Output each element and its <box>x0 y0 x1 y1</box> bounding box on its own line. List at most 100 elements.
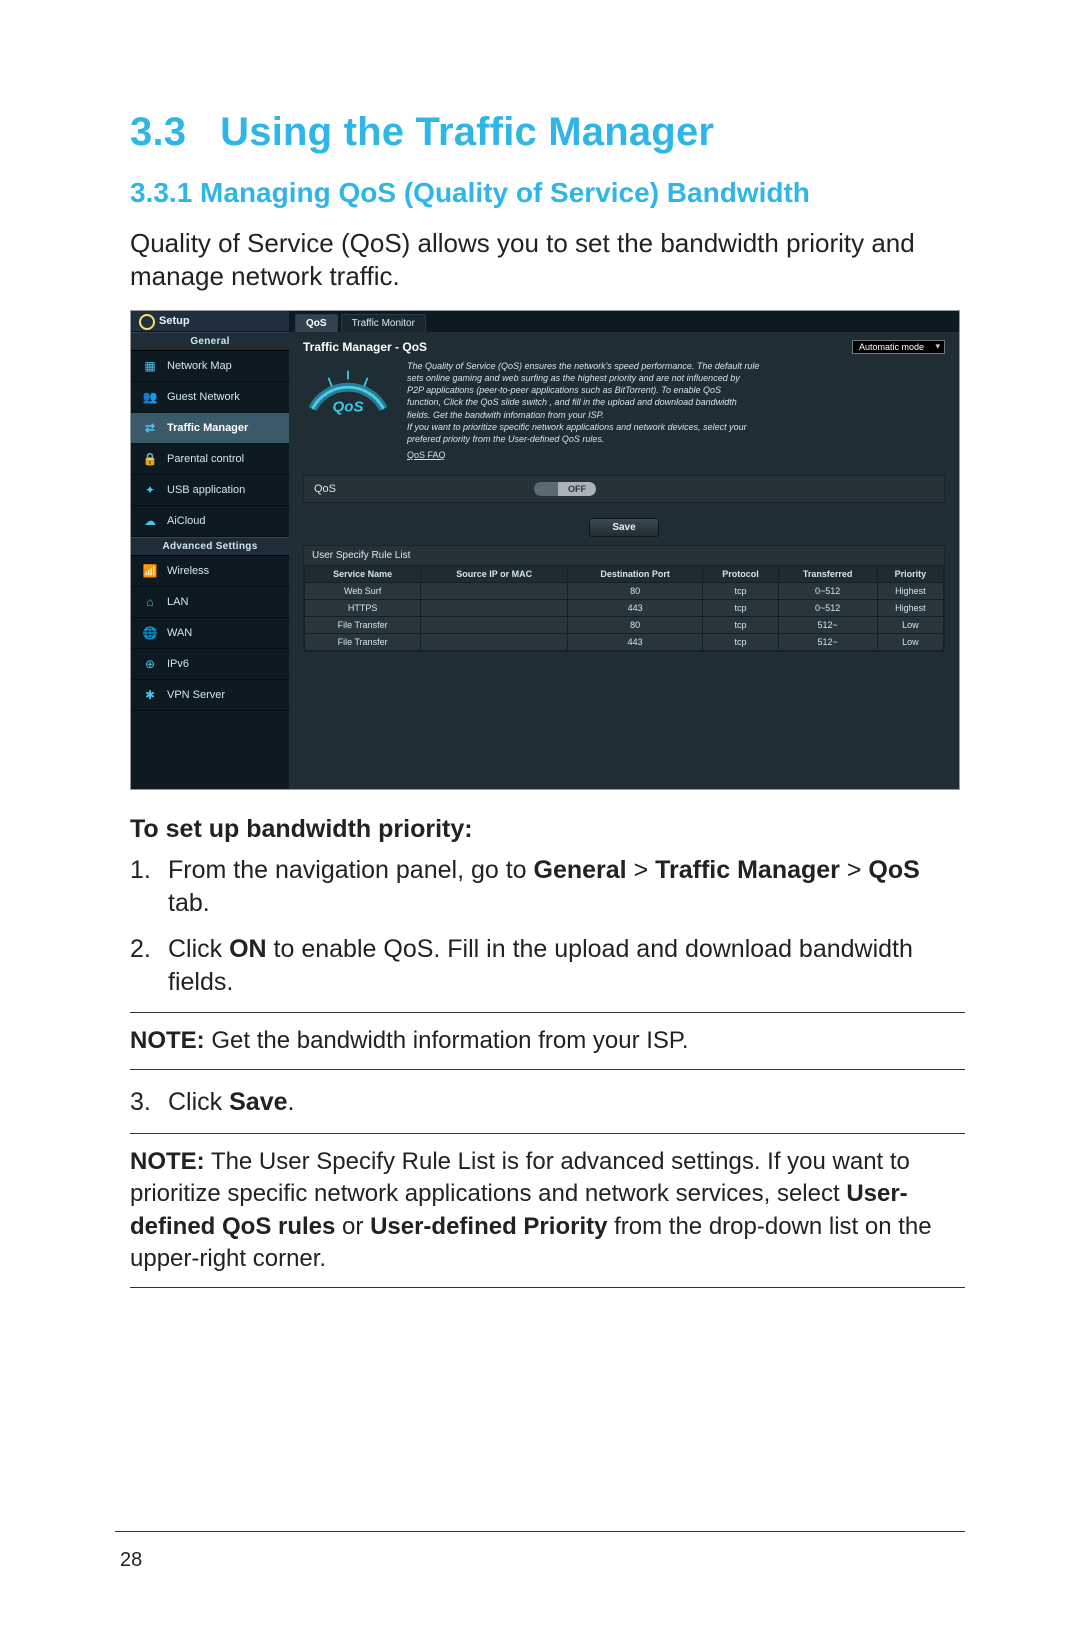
table-header: Destination Port <box>568 566 703 583</box>
table-cell: File Transfer <box>305 617 421 634</box>
table-cell: Highest <box>877 600 943 617</box>
save-button[interactable]: Save <box>589 518 658 537</box>
step3-save: Save <box>229 1088 287 1116</box>
tab-qos[interactable]: QoS <box>295 314 338 332</box>
sidebar-item-ipv6[interactable]: ⊕IPv6 <box>131 649 289 680</box>
qos-toggle-row: QoS OFF <box>303 475 945 503</box>
note-isp: NOTE: Get the bandwidth information from… <box>130 1012 965 1070</box>
table-row: File Transfer443tcp512~Low <box>305 634 944 651</box>
rule-table: Service NameSource IP or MACDestination … <box>304 565 944 651</box>
table-cell: Low <box>877 634 943 651</box>
table-row: File Transfer80tcp512~Low <box>305 617 944 634</box>
description-line: If you want to prioritize specific netwo… <box>407 421 759 433</box>
table-header: Service Name <box>305 566 421 583</box>
cloud-icon: ☁ <box>141 512 159 530</box>
step1-text: From the navigation panel, go to <box>168 856 534 884</box>
table-row: Web Surf80tcp0~512Highest <box>305 583 944 600</box>
table-cell: tcp <box>703 583 778 600</box>
steps-list-cont: 3. Click Save. <box>130 1086 965 1119</box>
sidebar-item-label: Wireless <box>167 565 209 577</box>
step1-general: General <box>534 856 627 884</box>
note2-label: NOTE: <box>130 1148 205 1175</box>
table-cell: Highest <box>877 583 943 600</box>
vpn-icon: ✱ <box>141 686 159 704</box>
main-panel: QoSTraffic Monitor Traffic Manager - QoS… <box>289 311 959 789</box>
subsection-title: 3.3.1 Managing QoS (Quality of Service) … <box>130 177 965 209</box>
table-row: HTTPS443tcp0~512Highest <box>305 600 944 617</box>
sidebar-item-label: VPN Server <box>167 689 225 701</box>
note1-label: NOTE: <box>130 1027 205 1054</box>
sidebar-item-label: Traffic Manager <box>167 422 248 434</box>
tabs: QoSTraffic Monitor <box>289 311 959 332</box>
section-number: 3.3 <box>130 110 186 154</box>
sidebar-item-wan[interactable]: 🌐 WAN <box>131 618 289 649</box>
sidebar-item-traffic[interactable]: ⇄ Traffic Manager <box>131 413 289 444</box>
sidebar-item-vpn[interactable]: ✱ VPN Server <box>131 680 289 711</box>
step2-on: ON <box>229 935 267 963</box>
guest-icon: 👥 <box>141 388 159 406</box>
sidebar-item-label: WAN <box>167 627 192 639</box>
sidebar-item-label: AiCloud <box>167 515 206 527</box>
page-number: 28 <box>120 1549 142 1572</box>
rule-list-title: User Specify Rule List <box>304 546 944 565</box>
qos-faq-link[interactable]: QoS FAQ <box>407 449 446 461</box>
rule-list: User Specify Rule List Service NameSourc… <box>303 545 945 652</box>
sidebar-setup[interactable]: Setup <box>131 311 289 332</box>
description-line: The Quality of Service (QoS) ensures the… <box>407 360 759 372</box>
note-rulelist: NOTE: The User Specify Rule List is for … <box>130 1133 965 1289</box>
sidebar: Setup General ▦Network Map👥Guest Network… <box>131 311 289 789</box>
description-line: fields. Get the bandwith infomation from… <box>407 409 759 421</box>
table-cell: 443 <box>568 600 703 617</box>
toggle-off-label: OFF <box>558 482 596 496</box>
table-cell: 0~512 <box>778 600 877 617</box>
sidebar-item-label: Guest Network <box>167 391 240 403</box>
panel-title: Traffic Manager - QoS <box>303 340 427 354</box>
steps-list: 1. From the navigation panel, go to Gene… <box>130 854 965 998</box>
description-line: prefered priority from the User-defined … <box>407 433 759 445</box>
traffic-icon: ⇄ <box>141 419 159 437</box>
step1-qos: QoS <box>868 856 919 884</box>
sidebar-item-cloud[interactable]: ☁ AiCloud <box>131 506 289 537</box>
sidebar-item-wifi[interactable]: 📶 Wireless <box>131 556 289 587</box>
note2-udpri: User-defined Priority <box>370 1213 607 1240</box>
table-cell <box>421 583 568 600</box>
step1-tm: Traffic Manager <box>655 856 840 884</box>
intro-paragraph: Quality of Service (QoS) allows you to s… <box>130 227 965 292</box>
mode-select[interactable]: Automatic mode <box>852 340 945 354</box>
sidebar-item-usb[interactable]: ✦USB application <box>131 475 289 506</box>
table-cell: 512~ <box>778 634 877 651</box>
table-header: Source IP or MAC <box>421 566 568 583</box>
lan-icon: ⌂ <box>141 593 159 611</box>
panel-description: The Quality of Service (QoS) ensures the… <box>407 360 759 461</box>
table-cell: File Transfer <box>305 634 421 651</box>
sidebar-item-label: Parental control <box>167 453 244 465</box>
table-cell: tcp <box>703 617 778 634</box>
section-title: 3.3 Using the Traffic Manager <box>130 110 965 155</box>
sidebar-item-map[interactable]: ▦ Network Map <box>131 351 289 382</box>
table-cell: 80 <box>568 617 703 634</box>
sidebar-item-lock[interactable]: 🔒Parental control <box>131 444 289 475</box>
sidebar-item-lan[interactable]: ⌂ LAN <box>131 587 289 618</box>
table-header: Priority <box>877 566 943 583</box>
table-cell: Web Surf <box>305 583 421 600</box>
sidebar-item-guest[interactable]: 👥 Guest Network <box>131 382 289 413</box>
tab-traffic-monitor[interactable]: Traffic Monitor <box>341 314 426 332</box>
sidebar-item-label: Network Map <box>167 360 232 372</box>
router-screenshot: Setup General ▦Network Map👥Guest Network… <box>130 310 960 790</box>
step-2: 2. Click ON to enable QoS. Fill in the u… <box>130 933 965 998</box>
sidebar-item-label: LAN <box>167 596 188 608</box>
section-title-text: Using the Traffic Manager <box>220 110 714 154</box>
toggle-track <box>534 482 558 496</box>
usb-icon: ✦ <box>141 481 159 499</box>
table-cell: tcp <box>703 600 778 617</box>
wifi-icon: 📶 <box>141 562 159 580</box>
map-icon: ▦ <box>141 357 159 375</box>
gauge-label: QoS <box>332 399 363 416</box>
panel-header: Traffic Manager - QoS Automatic mode QoS… <box>289 332 959 465</box>
table-cell: tcp <box>703 634 778 651</box>
sidebar-item-label: IPv6 <box>167 658 189 670</box>
qos-toggle[interactable]: OFF <box>534 482 596 496</box>
description-line: sets online gaming and web surfing as th… <box>407 372 759 384</box>
table-cell: Low <box>877 617 943 634</box>
wan-icon: 🌐 <box>141 624 159 642</box>
